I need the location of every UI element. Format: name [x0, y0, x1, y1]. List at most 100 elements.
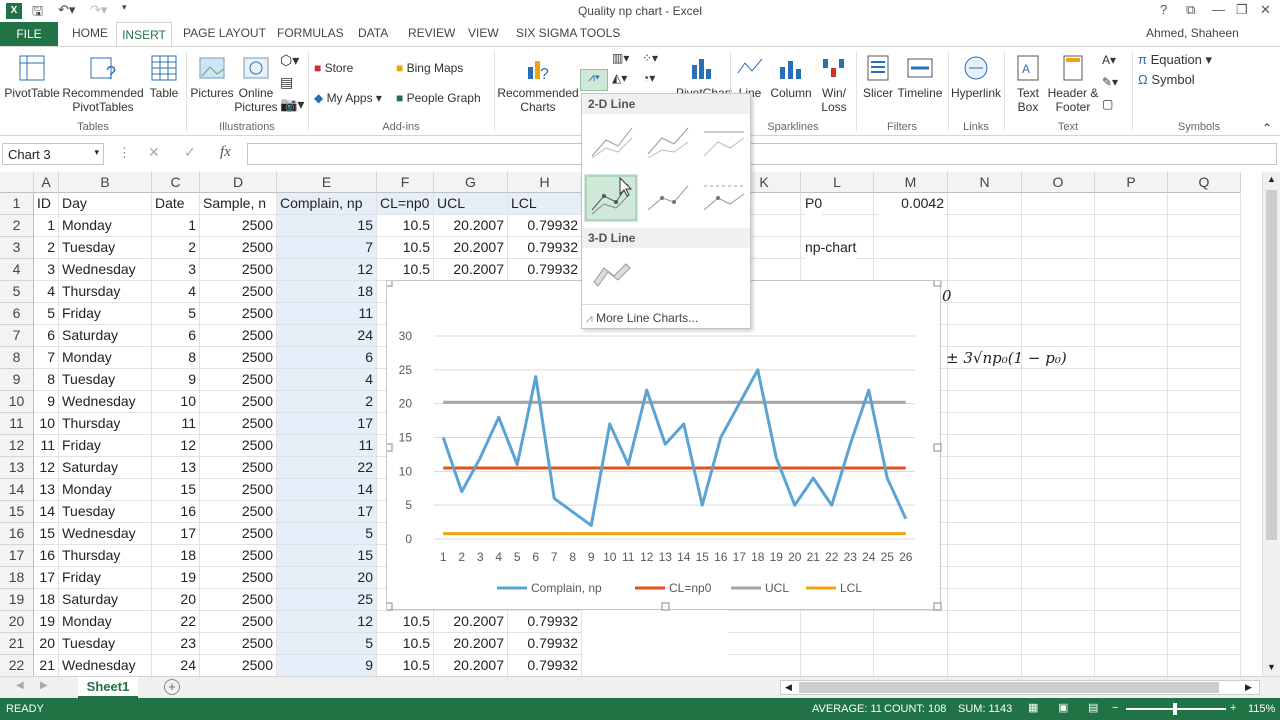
cell[interactable]: 20.2007: [434, 655, 508, 676]
cell[interactable]: [801, 259, 874, 281]
cell[interactable]: [948, 479, 1022, 501]
pie-chart-icon[interactable]: ◔▾: [642, 71, 655, 85]
cell[interactable]: [1168, 237, 1241, 259]
cell[interactable]: [1168, 567, 1241, 589]
tab-review[interactable]: REVIEW: [408, 26, 455, 40]
cell[interactable]: [1022, 325, 1095, 347]
cell[interactable]: [874, 215, 948, 237]
cell[interactable]: Wednesday: [59, 655, 152, 676]
tab-home[interactable]: HOME: [72, 26, 108, 40]
cell[interactable]: 10.5: [377, 237, 434, 259]
cell[interactable]: [948, 413, 1022, 435]
select-all-corner[interactable]: [0, 172, 34, 193]
cell[interactable]: 2500: [200, 655, 277, 676]
cell[interactable]: [1168, 633, 1241, 655]
cell[interactable]: 19: [152, 567, 200, 589]
cell[interactable]: 17: [277, 413, 377, 435]
cell[interactable]: 12: [152, 435, 200, 457]
excel-icon[interactable]: X: [6, 3, 22, 19]
cell[interactable]: [1168, 479, 1241, 501]
cell[interactable]: 12: [277, 259, 377, 281]
cell[interactable]: [801, 215, 874, 237]
row-header[interactable]: 14: [0, 479, 34, 501]
equation-button[interactable]: π Equation ▾: [1138, 53, 1212, 67]
cell[interactable]: [1095, 413, 1168, 435]
cell[interactable]: Tuesday: [59, 501, 152, 523]
cell[interactable]: [948, 281, 1022, 303]
cell[interactable]: 17: [152, 523, 200, 545]
cell[interactable]: 2500: [200, 369, 277, 391]
hyperlink-button[interactable]: Hyperlink: [950, 53, 1002, 100]
horizontal-scrollbar[interactable]: ◀ ▶: [780, 680, 1260, 695]
cell[interactable]: [1095, 193, 1168, 215]
cell[interactable]: 11: [277, 303, 377, 325]
column-header[interactable]: G: [434, 172, 508, 193]
cell[interactable]: 8: [152, 347, 200, 369]
cell[interactable]: [948, 215, 1022, 237]
cell[interactable]: 2500: [200, 611, 277, 633]
cell[interactable]: [1168, 611, 1241, 633]
cell[interactable]: Wednesday: [59, 259, 152, 281]
cell[interactable]: 10.5: [377, 655, 434, 676]
bar-chart-icon[interactable]: ▥▾: [612, 51, 629, 65]
zoom-in-icon[interactable]: +: [1230, 702, 1236, 714]
row-header[interactable]: 6: [0, 303, 34, 325]
timeline-button[interactable]: Timeline: [896, 53, 944, 100]
cell[interactable]: [1095, 325, 1168, 347]
cell[interactable]: Date: [152, 193, 200, 215]
column-header[interactable]: P: [1095, 172, 1168, 193]
user-name[interactable]: Ahmed, Shaheen: [1146, 26, 1239, 40]
cell[interactable]: [1095, 567, 1168, 589]
cell[interactable]: Tuesday: [59, 633, 152, 655]
cell[interactable]: [1168, 193, 1241, 215]
cell[interactable]: 7: [277, 237, 377, 259]
cell[interactable]: [1168, 391, 1241, 413]
scroll-down-icon[interactable]: ▼: [1267, 662, 1276, 672]
cell[interactable]: [1095, 347, 1168, 369]
next-sheet-icon[interactable]: ▶: [40, 680, 48, 691]
cell[interactable]: Sample, n: [200, 193, 277, 215]
cell[interactable]: [948, 237, 1022, 259]
cell[interactable]: 13: [152, 457, 200, 479]
cell[interactable]: 20: [34, 633, 59, 655]
cell[interactable]: 13: [34, 479, 59, 501]
cell[interactable]: Monday: [59, 215, 152, 237]
cell[interactable]: 18: [34, 589, 59, 611]
scroll-thumb[interactable]: [1266, 190, 1277, 540]
cell[interactable]: 4: [152, 281, 200, 303]
column-header[interactable]: C: [152, 172, 200, 193]
cell[interactable]: [1168, 347, 1241, 369]
hscroll-thumb[interactable]: [799, 682, 1219, 693]
row-header[interactable]: 15: [0, 501, 34, 523]
cell[interactable]: 7: [34, 347, 59, 369]
cell[interactable]: Saturday: [59, 589, 152, 611]
cell[interactable]: [1022, 259, 1095, 281]
cell[interactable]: 15: [34, 523, 59, 545]
cell[interactable]: 2500: [200, 237, 277, 259]
cell[interactable]: 21: [34, 655, 59, 676]
row-header[interactable]: 20: [0, 611, 34, 633]
cell[interactable]: [728, 611, 801, 633]
add-sheet-icon[interactable]: +: [164, 679, 180, 695]
enter-icon[interactable]: ✓: [184, 144, 196, 161]
signature-icon[interactable]: ✎▾: [1102, 75, 1118, 89]
header-footer-button[interactable]: Header & Footer: [1046, 53, 1100, 114]
cell[interactable]: 0.79932: [508, 633, 582, 655]
cell[interactable]: [1022, 567, 1095, 589]
cell[interactable]: [1168, 457, 1241, 479]
prev-sheet-icon[interactable]: ◀: [16, 680, 24, 691]
cell[interactable]: 20.2007: [434, 237, 508, 259]
cell[interactable]: 2500: [200, 325, 277, 347]
scroll-up-icon[interactable]: ▲: [1267, 174, 1276, 184]
tab-formulas[interactable]: FORMULAS: [277, 26, 344, 40]
cell[interactable]: 20.2007: [434, 611, 508, 633]
cell[interactable]: [1168, 325, 1241, 347]
row-header[interactable]: 16: [0, 523, 34, 545]
cell[interactable]: [1168, 501, 1241, 523]
cell[interactable]: 0.79932: [508, 215, 582, 237]
save-icon[interactable]: 🖫: [32, 2, 43, 24]
cell[interactable]: 11: [277, 435, 377, 457]
cell[interactable]: 10.5: [377, 259, 434, 281]
cell[interactable]: 5: [34, 303, 59, 325]
stacked-line-markers-thumb-icon[interactable]: [642, 176, 694, 220]
